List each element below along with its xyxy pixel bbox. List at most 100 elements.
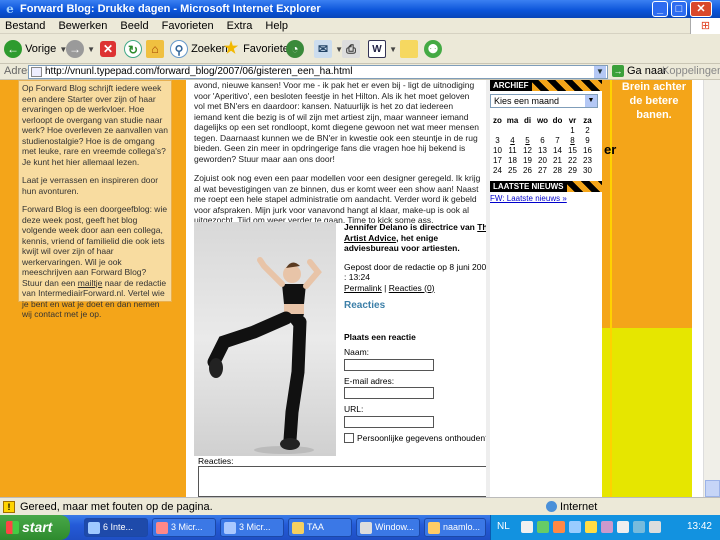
remember-checkbox[interactable]: [344, 432, 354, 443]
close-button[interactable]: ✕: [690, 1, 712, 17]
remember-label: Persoonlijke gegevens onthouden?: [357, 432, 490, 443]
go-arrow-icon[interactable]: →: [612, 65, 624, 77]
reacties-count-link[interactable]: Reacties (0): [389, 283, 435, 293]
tray-icon[interactable]: [569, 521, 581, 533]
menu-beeld[interactable]: Beeld: [115, 18, 153, 34]
tray-icon[interactable]: [617, 521, 629, 533]
links-label[interactable]: Koppelingen: [662, 65, 720, 77]
page-content: Op Forward Blog schrijft iedere week een…: [0, 80, 720, 497]
discuss-button[interactable]: [400, 38, 418, 60]
archief-header: ARCHIEF: [490, 80, 602, 91]
favorites-button[interactable]: ★ Favorieten: [222, 38, 295, 60]
forward-button[interactable]: → ▼: [66, 38, 95, 60]
menu-bewerken[interactable]: Bewerken: [53, 18, 112, 34]
address-bar: Adres http://vnunl.typepad.com/forward_b…: [0, 64, 720, 80]
tray-icon[interactable]: [633, 521, 645, 533]
windows-logo-icon: ⊞: [690, 18, 720, 34]
status-bar: ! Gereed, maar met fouten op de pagina. …: [0, 497, 720, 515]
tray-icon[interactable]: [601, 521, 613, 533]
dancer-figure: [207, 257, 322, 454]
intro-paragraph-2: Laat je verrassen en inspireren door hun…: [22, 175, 159, 196]
home-icon: ⌂: [146, 40, 164, 59]
back-arrow-icon: ←: [4, 40, 22, 59]
month-select[interactable]: Kies een maand ▼: [490, 94, 598, 108]
banner-ad[interactable]: Brein achter de betere banen. er: [602, 80, 692, 497]
star-icon: ★: [223, 40, 239, 58]
reacties-textarea[interactable]: [198, 466, 494, 497]
calendar: zo ma di wo do vr za 12 3456789 10 11 12 13 14 15 16…: [490, 115, 595, 175]
globe-icon: [546, 501, 557, 512]
tray-icon[interactable]: [521, 521, 533, 533]
back-label: Vorige: [25, 43, 57, 55]
url-label: URL:: [344, 404, 364, 414]
post-links: Permalink | Reacties (0): [344, 282, 435, 293]
page-icon: [31, 67, 42, 77]
sidebar: ARCHIEF Kies een maand ▼ zo ma di wo do vr za …: [490, 80, 602, 497]
language-indicator[interactable]: NL: [497, 521, 510, 532]
tray-icon[interactable]: [649, 521, 661, 533]
stop-icon: ✕: [100, 41, 116, 58]
permalink-link[interactable]: Permalink: [344, 283, 382, 293]
mail-link[interactable]: mailtje: [78, 278, 103, 288]
url-input[interactable]: [344, 415, 434, 428]
refresh-icon: ↻: [124, 40, 142, 59]
messenger-button[interactable]: ⚉: [424, 38, 442, 60]
reacties-field-label: Reacties:: [198, 456, 234, 466]
menu-extra[interactable]: Extra: [222, 18, 258, 34]
ie-icon: e: [6, 2, 14, 16]
print-button[interactable]: ⎙: [342, 38, 360, 60]
article-paragraph-2: Zojuist ook nog even een paar modellen v…: [194, 173, 481, 225]
menu-help[interactable]: Help: [260, 18, 293, 34]
note-icon: [400, 40, 418, 59]
vertical-scrollbar[interactable]: [703, 80, 720, 497]
home-button[interactable]: ⌂: [146, 38, 164, 60]
scrollbar-thumb[interactable]: [705, 480, 720, 497]
taskbar: start 6 Inte... 3 Micr... 3 Micr... TAA …: [0, 515, 720, 540]
mail-button[interactable]: ✉ ▼: [314, 38, 343, 60]
tray-icon[interactable]: [553, 521, 565, 533]
minimize-button[interactable]: _: [652, 1, 668, 17]
laatste-nieuws-link[interactable]: FW: Laatste nieuws »: [490, 194, 602, 203]
start-button[interactable]: start: [0, 515, 70, 540]
menu-favorieten[interactable]: Favorieten: [157, 18, 219, 34]
chevron-down-icon: ▼: [585, 95, 597, 107]
maximize-button[interactable]: □: [671, 1, 687, 17]
address-dropdown-icon[interactable]: ▼: [594, 66, 606, 78]
word-task-icon: [224, 522, 236, 534]
address-input[interactable]: http://vnunl.typepad.com/forward_blog/20…: [28, 65, 608, 79]
task-ie[interactable]: 6 Inte...: [84, 518, 148, 537]
naam-input[interactable]: [344, 358, 434, 371]
calendar-day-link[interactable]: 8: [565, 135, 580, 145]
edit-word-button[interactable]: W ▼: [368, 38, 397, 60]
back-button[interactable]: ← Vorige ▼: [4, 38, 67, 60]
task-word[interactable]: 3 Micr...: [220, 518, 284, 537]
window-titlebar[interactable]: e Forward Blog: Drukke dagen - Microsoft…: [0, 0, 720, 18]
clock: 13:42: [686, 521, 712, 532]
reacties-heading: Reacties: [344, 300, 386, 311]
calendar-day-link[interactable]: 4: [505, 135, 520, 145]
task-paint[interactable]: naamlo...: [424, 518, 486, 537]
task-windows[interactable]: Window...: [356, 518, 420, 537]
warning-icon[interactable]: !: [3, 501, 15, 513]
history-button[interactable]: ◔: [286, 38, 304, 60]
search-button[interactable]: ⚲ Zoeken: [170, 38, 228, 60]
calendar-day-link[interactable]: 5: [520, 135, 535, 145]
stop-button[interactable]: ✕: [100, 38, 116, 60]
email-input[interactable]: [344, 387, 434, 399]
tray-icon[interactable]: [537, 521, 549, 533]
tray-icon[interactable]: [585, 521, 597, 533]
go-button[interactable]: Ga naar: [627, 65, 667, 77]
intro-box: Op Forward Blog schrijft iedere week een…: [18, 80, 172, 319]
left-column: Op Forward Blog schrijft iedere week een…: [14, 80, 180, 497]
task-ppt[interactable]: 3 Micr...: [152, 518, 216, 537]
month-select-value: Kies een maand: [494, 96, 560, 106]
print-icon: ⎙: [342, 40, 360, 59]
refresh-button[interactable]: ↻: [124, 38, 142, 60]
paint-icon: [428, 522, 440, 534]
toolbar: ← Vorige ▼ → ▼ ✕ ↻ ⌂ ⚲ Zoeken ★ Favoriet…: [0, 34, 720, 64]
banner-bottom: [602, 328, 692, 497]
search-icon: ⚲: [170, 40, 188, 59]
folder-icon: [292, 522, 304, 534]
task-folder[interactable]: TAA: [288, 518, 352, 537]
menu-bestand[interactable]: Bestand: [0, 18, 50, 34]
